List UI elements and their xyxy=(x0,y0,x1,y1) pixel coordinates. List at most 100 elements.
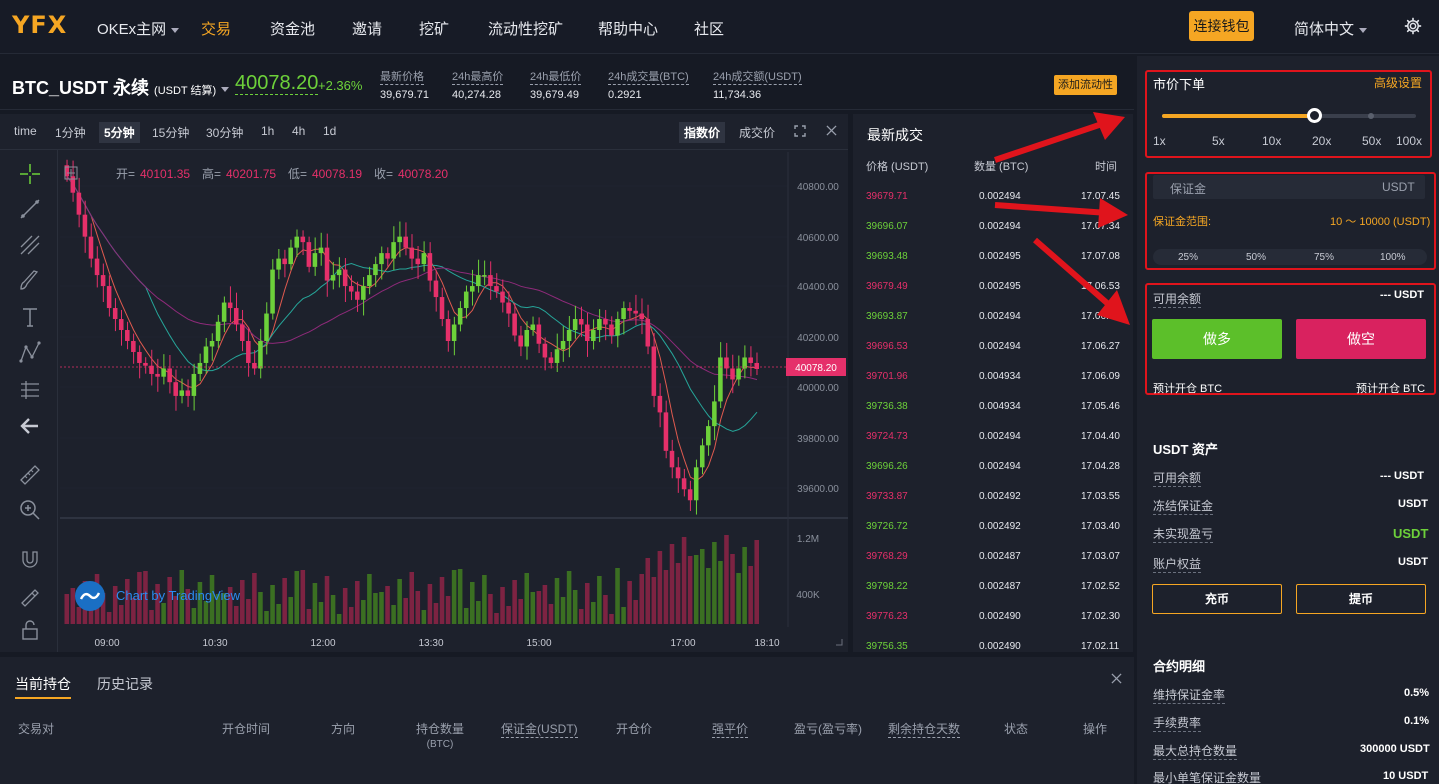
candle xyxy=(258,328,263,379)
candle xyxy=(106,275,112,317)
candle xyxy=(143,357,148,374)
nav-mining[interactable]: 挖矿 xyxy=(419,18,449,39)
lock-drawing-icon[interactable] xyxy=(18,583,42,607)
arrow-left-icon[interactable] xyxy=(18,414,42,438)
tf-1h[interactable]: 1h xyxy=(261,124,274,138)
price-chart[interactable]: 40078.20 40800.00 40600.00 40400.00 4020… xyxy=(60,152,848,650)
magnet-icon[interactable] xyxy=(18,548,42,572)
parallel-lines-icon[interactable] xyxy=(18,233,42,257)
percent-25[interactable]: 25% xyxy=(1178,252,1198,263)
fullscreen-icon[interactable] xyxy=(794,125,806,137)
leverage-10x[interactable]: 10x xyxy=(1262,134,1281,148)
tf-30m[interactable]: 30分钟 xyxy=(206,124,243,141)
long-button[interactable]: 做多 xyxy=(1152,319,1282,359)
gear-icon[interactable] xyxy=(1404,17,1422,35)
trade-row: 39696.53 0.002494 17.06.27 xyxy=(853,341,1133,371)
volume-bar xyxy=(233,606,239,624)
zoom-in-icon[interactable] xyxy=(18,498,42,522)
volume-bar xyxy=(669,544,675,624)
pair-selector[interactable]: BTC_USDT 永续 (USDT 结算) xyxy=(12,74,230,100)
trade-row: 39776.23 0.002490 17.02.30 xyxy=(853,611,1133,641)
nav-trade[interactable]: 交易 xyxy=(201,18,231,39)
tab-history[interactable]: 历史记录 xyxy=(97,674,153,694)
tf-time[interactable]: time xyxy=(14,124,37,138)
nav-invite[interactable]: 邀请 xyxy=(352,18,382,39)
settle-label: (USDT 结算) xyxy=(154,85,217,97)
trend-line-icon[interactable] xyxy=(18,197,42,221)
candle xyxy=(712,385,717,441)
candle xyxy=(288,239,293,270)
trade-time: 17.06.09 xyxy=(1081,371,1120,382)
nav-liquidity-mining[interactable]: 流动性挖矿 xyxy=(488,18,563,39)
leverage-5x[interactable]: 5x xyxy=(1212,134,1225,148)
nav-community[interactable]: 社区 xyxy=(694,18,724,39)
brush-icon[interactable] xyxy=(18,268,42,292)
percent-75[interactable]: 75% xyxy=(1314,252,1334,263)
col-position-size: 持仓数量 (BTC) xyxy=(416,722,464,752)
add-liquidity-button[interactable]: 添加流动性 xyxy=(1054,75,1117,95)
network-selector[interactable]: OKEx主网 xyxy=(97,18,180,39)
mode-index-price[interactable]: 指数价 xyxy=(679,122,726,143)
col-open-price: 开仓价 xyxy=(616,722,653,736)
volume-bar xyxy=(609,614,614,624)
text-icon[interactable] xyxy=(18,305,42,329)
time-tick: 10:30 xyxy=(202,638,227,649)
crosshair-icon[interactable] xyxy=(18,162,42,186)
logo[interactable]: YFX xyxy=(12,11,67,39)
close-icon[interactable] xyxy=(1111,673,1122,684)
leverage-slider-fill xyxy=(1162,114,1314,118)
lock-icon[interactable] xyxy=(18,618,42,642)
est-long-position: 预计开仓 BTC xyxy=(1153,383,1223,395)
tf-1m[interactable]: 1分钟 xyxy=(55,124,86,141)
nav-pool[interactable]: 资金池 xyxy=(270,18,315,39)
volume-bar xyxy=(288,597,293,624)
volume-bar xyxy=(572,590,578,624)
tf-15m[interactable]: 15分钟 xyxy=(152,124,189,141)
close-icon[interactable] xyxy=(826,125,837,136)
candle xyxy=(88,223,94,268)
leverage-50x[interactable]: 50x xyxy=(1362,134,1381,148)
leverage-1x[interactable]: 1x xyxy=(1153,134,1166,148)
volume-bar xyxy=(657,551,663,624)
withdraw-button[interactable]: 提币 xyxy=(1296,584,1426,614)
candle xyxy=(233,292,239,332)
advanced-settings-link[interactable]: 高级设置 xyxy=(1374,74,1422,91)
percent-50[interactable]: 50% xyxy=(1246,252,1266,263)
volume-bar xyxy=(373,593,378,624)
nav-help[interactable]: 帮助中心 xyxy=(598,18,658,39)
volume-bar xyxy=(512,580,517,624)
language-selector[interactable]: 简体中文 xyxy=(1294,18,1368,39)
candle xyxy=(391,226,396,271)
available-balance-label: 可用余额 xyxy=(1153,292,1202,308)
trade-qty: 0.004934 xyxy=(979,401,1021,412)
trade-row: 39724.73 0.002494 17.04.40 xyxy=(853,431,1133,461)
resize-icon[interactable] xyxy=(836,639,843,646)
leverage-20x[interactable]: 20x xyxy=(1312,134,1331,148)
trade-qty: 0.002492 xyxy=(979,521,1021,532)
short-button[interactable]: 做空 xyxy=(1296,319,1426,359)
prediction-icon[interactable] xyxy=(18,378,42,402)
stat-value-low: 39,679.49 xyxy=(530,89,579,101)
leverage-slider-handle[interactable] xyxy=(1307,108,1322,123)
deposit-button[interactable]: 充币 xyxy=(1152,584,1282,614)
volume-bar xyxy=(161,603,166,624)
candle xyxy=(724,342,729,379)
candle xyxy=(118,309,124,346)
tf-5m[interactable]: 5分钟 xyxy=(99,122,140,143)
connect-wallet-button[interactable]: 连接钱包 xyxy=(1189,11,1254,41)
candle xyxy=(433,270,439,312)
volume-bar xyxy=(633,600,638,624)
tf-4h[interactable]: 4h xyxy=(292,124,305,138)
volume-bar xyxy=(560,597,566,624)
ohlc-high-label: 高= xyxy=(202,166,221,181)
mode-trade-price[interactable]: 成交价 xyxy=(739,124,775,141)
percent-100[interactable]: 100% xyxy=(1380,252,1406,263)
tf-1d[interactable]: 1d xyxy=(323,124,336,138)
trade-row: 39768.29 0.002487 17.03.07 xyxy=(853,551,1133,581)
volume-bar xyxy=(494,613,499,624)
ruler-icon[interactable] xyxy=(18,463,42,487)
tab-current-positions[interactable]: 当前持仓 xyxy=(15,674,71,694)
leverage-100x[interactable]: 100x xyxy=(1396,134,1422,148)
asset-value-unrealized-pnl: USDT xyxy=(1393,526,1429,541)
pattern-icon[interactable] xyxy=(18,341,42,365)
